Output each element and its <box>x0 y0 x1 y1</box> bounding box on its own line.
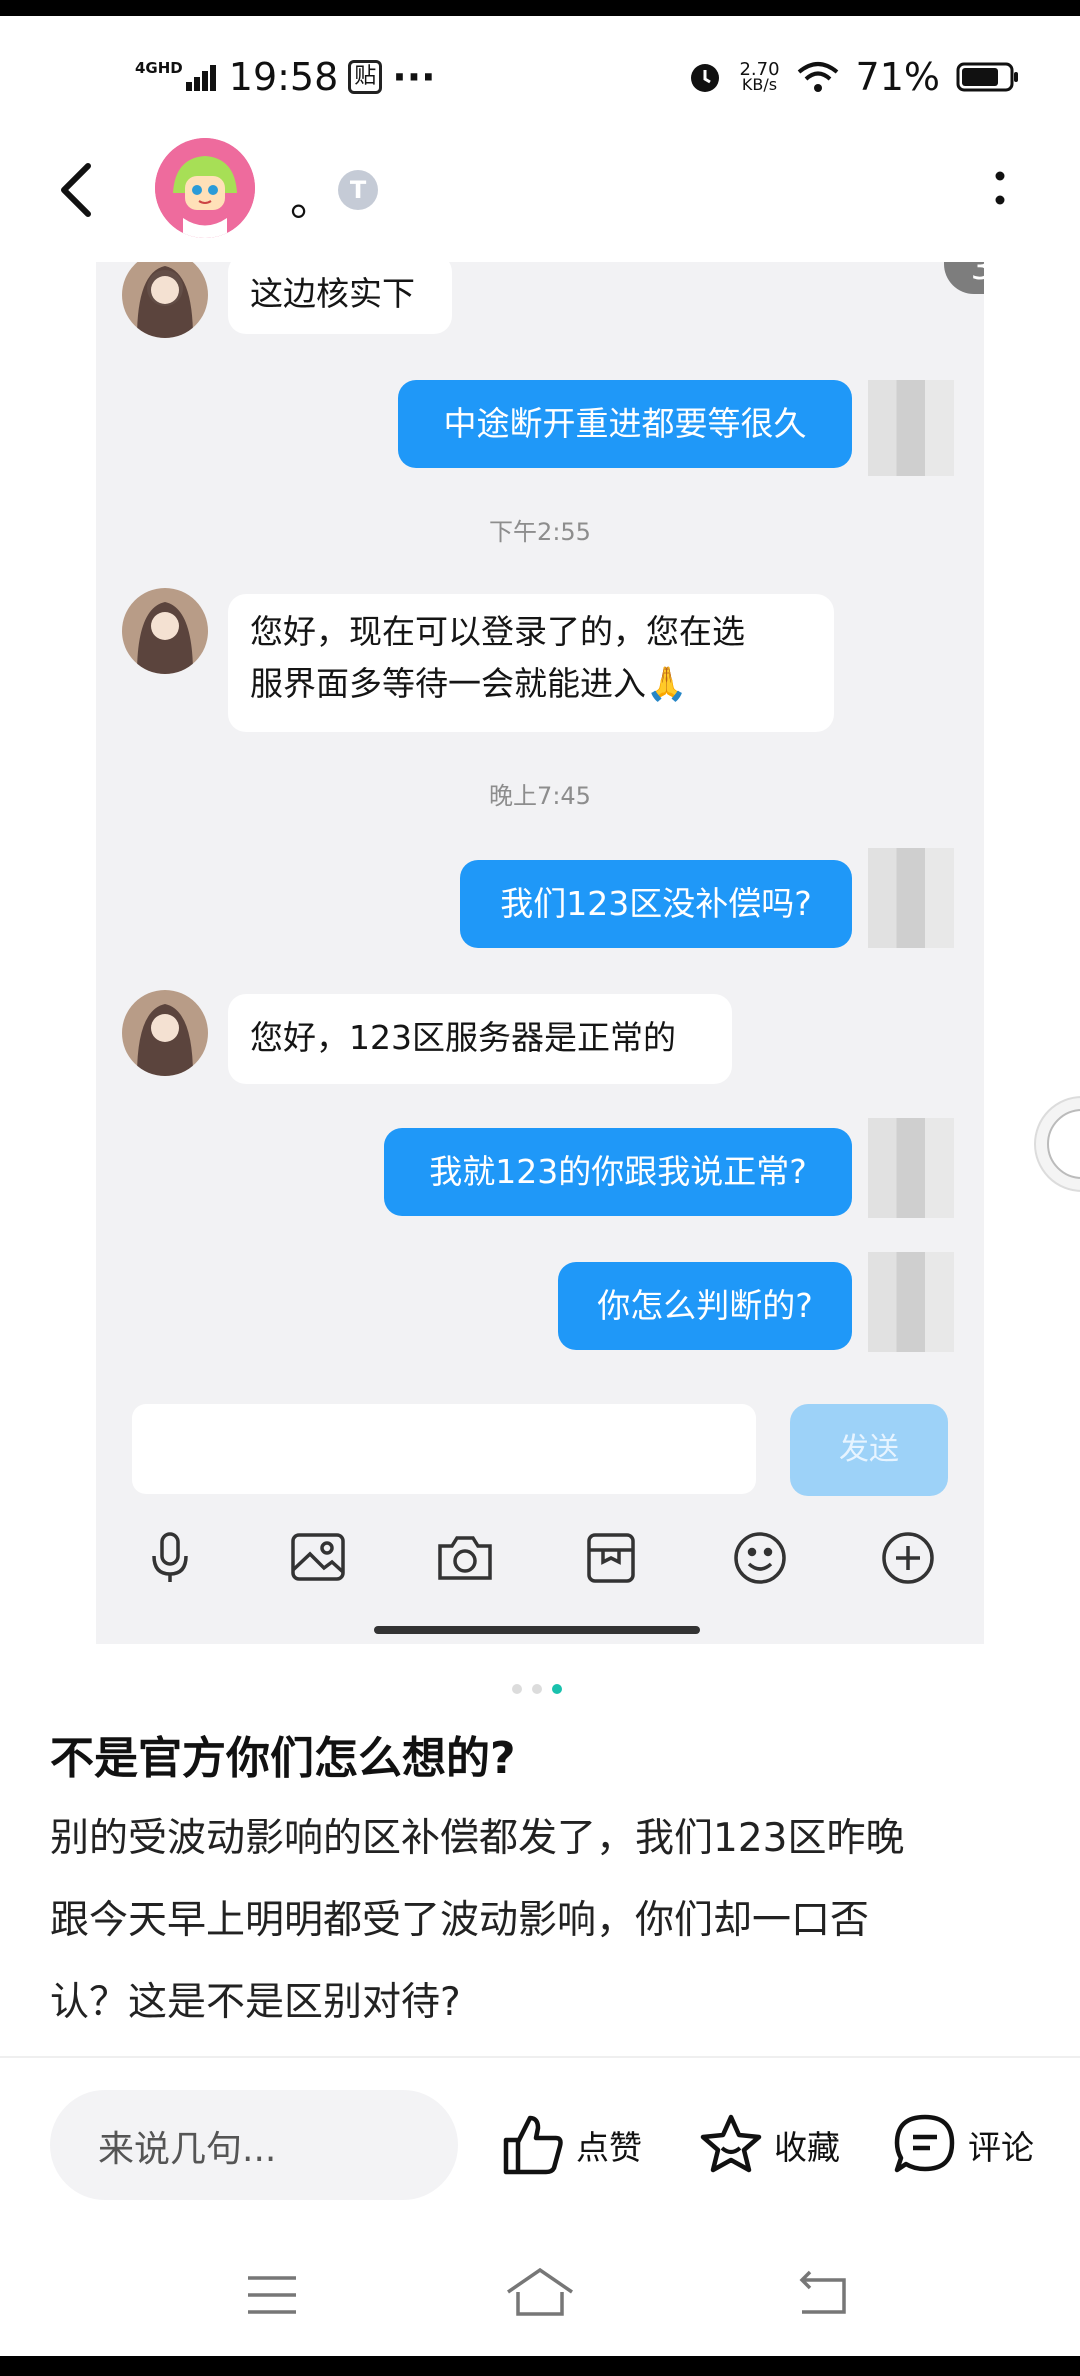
service-avatar <box>122 990 208 1076</box>
user-avatar-blurred <box>868 380 954 476</box>
level-badge-text: T <box>349 176 367 204</box>
battery-percent: 71% <box>855 55 940 99</box>
message-incoming: 这边核实下 <box>228 262 452 334</box>
microphone-icon[interactable] <box>148 1530 192 1586</box>
carousel-dot[interactable] <box>512 1684 522 1694</box>
net-speed: 2.70 KB/s <box>739 61 779 94</box>
floating-clock-widget[interactable] <box>1034 1096 1080 1192</box>
comment-placeholder: 来说几句... <box>98 2129 277 2170</box>
message-outgoing: 中途断开重进都要等很久 <box>398 380 852 468</box>
comment-button[interactable]: 评论 <box>892 2110 1034 2180</box>
status-right: 2.70 KB/s 71% <box>687 52 1020 102</box>
comment-input[interactable]: 来说几句... <box>50 2090 458 2200</box>
star-icon <box>700 2114 762 2173</box>
post-body-line: 认？这是不是区别对待? <box>50 1980 461 2025</box>
bottom-edge <box>0 2356 1080 2376</box>
divider <box>0 2056 1080 2058</box>
message-line: 服界面多等待一会就能进入🙏 <box>250 664 688 703</box>
image-icon[interactable] <box>290 1532 346 1582</box>
author-avatar[interactable] <box>155 138 255 238</box>
status-time: 19:58 <box>228 55 339 99</box>
page-indicator: 3/3 <box>944 262 984 294</box>
thumbs-up-icon <box>503 2115 563 2175</box>
favorite-button[interactable]: 收藏 <box>698 2110 840 2180</box>
more-options-icon[interactable] <box>990 170 1010 210</box>
carousel-dot-active[interactable] <box>552 1684 562 1694</box>
send-button[interactable]: 发送 <box>790 1404 948 1496</box>
alarm-icon <box>691 64 720 92</box>
comment-bubble-icon <box>894 2114 955 2173</box>
user-avatar-blurred <box>868 848 954 948</box>
network-label: 4GHD <box>135 58 183 77</box>
time-divider: 下午2:55 <box>489 518 591 546</box>
post-body-line: 跟今天早上明明都受了波动影响，你们却一口否 <box>50 1898 870 1943</box>
app-badge: 贴 <box>348 60 383 94</box>
service-avatar <box>122 262 208 338</box>
post-body: 别的受波动影响的区补偿都发了，我们123区昨晚 跟今天早上明明都受了波动影响，你… <box>50 1798 1040 2044</box>
post-title: 不是官方你们怎么想的? <box>50 1733 516 1784</box>
back-icon[interactable] <box>794 2268 850 2318</box>
author-name[interactable]: 。 <box>290 164 334 228</box>
message-incoming: 您好，现在可以登录了的，您在选 服界面多等待一会就能进入🙏 <box>228 594 834 732</box>
sticker-icon[interactable] <box>586 1532 636 1584</box>
chat-text-input[interactable] <box>132 1404 756 1494</box>
battery-icon <box>956 62 1018 92</box>
comment-label: 评论 <box>968 2128 1034 2167</box>
emoji-icon[interactable] <box>732 1530 788 1586</box>
chat-input-area: 发送 <box>96 1390 984 1644</box>
carousel-dot[interactable] <box>532 1684 542 1694</box>
status-left: 4GHD 19:58 贴 ··· <box>135 52 436 102</box>
like-label: 点赞 <box>576 2128 642 2167</box>
clock-icon <box>1047 1109 1080 1179</box>
menu-icon[interactable] <box>244 2270 300 2320</box>
favorite-label: 收藏 <box>774 2128 840 2167</box>
signal-icon <box>185 65 216 91</box>
message-outgoing: 我就123的你跟我说正常? <box>384 1128 852 1216</box>
message-outgoing: 我们123区没补偿吗? <box>460 860 852 948</box>
more-notifications: ··· <box>392 55 436 99</box>
wifi-icon <box>797 62 838 92</box>
chat-screenshot-image[interactable]: 这边核实下 3/3 中途断开重进都要等很久 下午2:55 您好，现在可以登录了的… <box>96 262 984 1644</box>
plus-icon[interactable] <box>880 1530 936 1586</box>
back-arrow-icon[interactable] <box>52 160 100 220</box>
service-avatar <box>122 588 208 674</box>
user-avatar-blurred <box>868 1118 954 1218</box>
level-badge: T <box>338 170 378 210</box>
chat-toolbar <box>96 1528 984 1588</box>
home-indicator <box>374 1626 700 1634</box>
speed-unit: KB/s <box>741 75 778 94</box>
message-incoming: 您好，123区服务器是正常的 <box>228 994 732 1084</box>
time-divider: 晚上7:45 <box>489 782 591 810</box>
message-line: 您好，现在可以登录了的，您在选 <box>250 612 745 651</box>
carousel-dots <box>512 1682 572 1696</box>
top-edge <box>0 0 1080 16</box>
post-header: 。 T <box>0 138 1080 270</box>
avatar-art-icon <box>155 138 255 238</box>
message-outgoing: 你怎么判断的? <box>558 1262 852 1350</box>
camera-icon[interactable] <box>436 1532 494 1582</box>
post-body-line: 别的受波动影响的区补偿都发了，我们123区昨晚 <box>50 1816 905 1861</box>
user-avatar-blurred <box>868 1252 954 1352</box>
like-button[interactable]: 点赞 <box>500 2110 642 2180</box>
home-icon[interactable] <box>504 2264 576 2320</box>
